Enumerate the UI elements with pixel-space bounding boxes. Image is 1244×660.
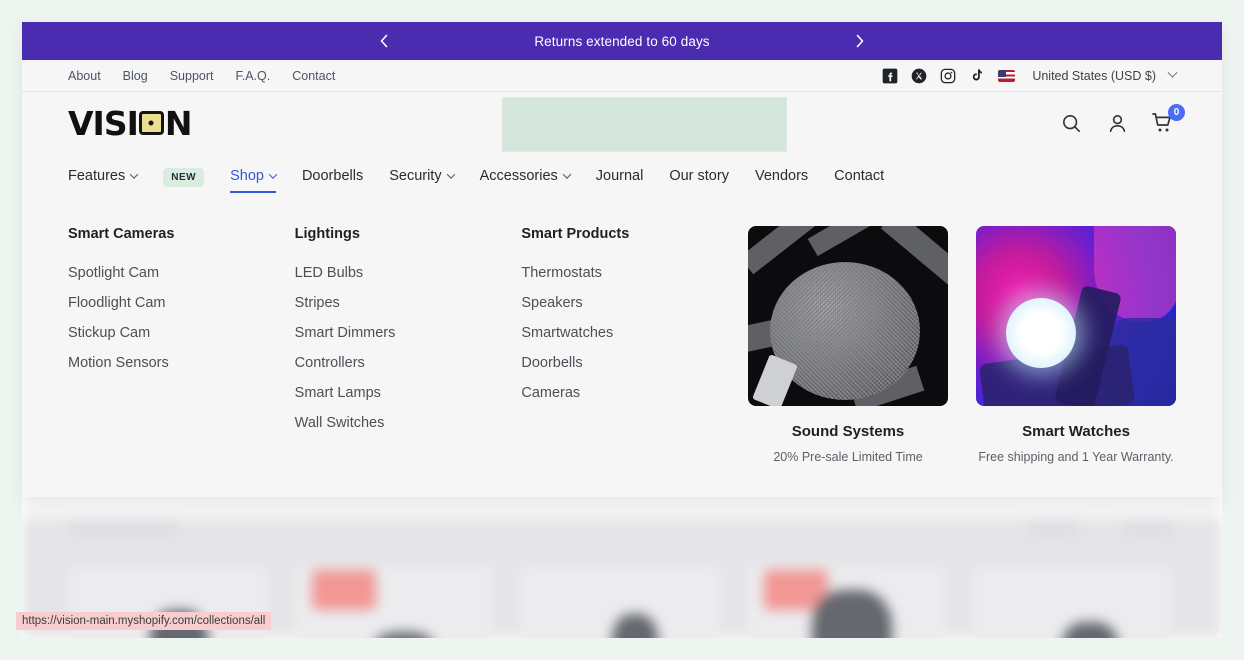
mega-menu: Smart Cameras Spotlight Cam Floodlight C… bbox=[22, 200, 1222, 464]
camera-lens-icon bbox=[138, 111, 164, 135]
nav-item-our-story[interactable]: Our story bbox=[669, 168, 729, 186]
mega-column-heading: Smart Cameras bbox=[68, 226, 175, 242]
mega-link-smartwatches[interactable]: Smartwatches bbox=[521, 325, 748, 341]
site-logo[interactable]: VISI N bbox=[68, 104, 192, 143]
announcement-text: Returns extended to 60 days bbox=[534, 33, 710, 49]
speaker-photo bbox=[748, 226, 949, 406]
mega-link-cameras[interactable]: Cameras bbox=[521, 385, 748, 401]
facebook-icon[interactable] bbox=[882, 68, 898, 84]
nav-label: Features bbox=[68, 168, 126, 184]
browser-viewport: Returns extended to 60 days About Blog S… bbox=[0, 0, 1244, 660]
promo-subtitle: 20% Pre-sale Limited Time bbox=[773, 450, 923, 464]
nav-label: Doorbells bbox=[301, 168, 364, 184]
tiktok-icon[interactable] bbox=[969, 68, 985, 84]
announcement-bar: Returns extended to 60 days bbox=[22, 22, 1222, 60]
nav-label: Contact bbox=[834, 168, 885, 184]
mega-link-wall-switches[interactable]: Wall Switches bbox=[295, 415, 522, 431]
utility-link-about[interactable]: About bbox=[68, 69, 101, 83]
utility-bar: About Blog Support F.A.Q. Contact United… bbox=[22, 60, 1222, 92]
chevron-down-icon bbox=[446, 170, 455, 179]
promo-card-smart-watches[interactable]: Smart Watches Free shipping and 1 Year W… bbox=[976, 226, 1177, 464]
promo-title: Smart Watches bbox=[1022, 423, 1130, 440]
utility-links: About Blog Support F.A.Q. Contact bbox=[68, 69, 335, 83]
mega-link-smart-dimmers[interactable]: Smart Dimmers bbox=[295, 325, 522, 341]
primary-nav: Features NEW Shop Doorbells Security Acc… bbox=[22, 154, 1222, 200]
mega-link-controllers[interactable]: Controllers bbox=[295, 355, 522, 371]
status-bar-url: https://vision-main.myshopify.com/collec… bbox=[16, 612, 272, 630]
nav-label: Accessories bbox=[479, 168, 558, 184]
mega-link-floodlight-cam[interactable]: Floodlight Cam bbox=[68, 295, 295, 311]
mega-link-stickup-cam[interactable]: Stickup Cam bbox=[68, 325, 295, 341]
x-twitter-icon[interactable] bbox=[911, 68, 927, 84]
nav-label: Journal bbox=[595, 168, 644, 184]
mega-link-spotlight-cam[interactable]: Spotlight Cam bbox=[68, 265, 295, 281]
mega-link-motion-sensors[interactable]: Motion Sensors bbox=[68, 355, 295, 371]
search-glyph bbox=[1062, 114, 1080, 132]
nav-item-journal[interactable]: Journal bbox=[596, 168, 644, 186]
utility-link-faq[interactable]: F.A.Q. bbox=[235, 69, 270, 83]
cart-count-badge: 0 bbox=[1168, 104, 1185, 121]
cart-icon[interactable]: 0 bbox=[1150, 104, 1185, 136]
logo-text-right: N bbox=[164, 103, 193, 143]
mega-column-heading: Smart Products bbox=[521, 226, 630, 242]
promo-card-sound-systems[interactable]: Sound Systems 20% Pre-sale Limited Time bbox=[748, 226, 949, 464]
chevron-right-icon bbox=[856, 34, 864, 48]
utility-link-blog[interactable]: Blog bbox=[123, 69, 148, 83]
utility-right-group: United States (USD $) bbox=[882, 67, 1178, 84]
nav-label: Vendors bbox=[754, 168, 809, 184]
chevron-down-icon bbox=[129, 170, 139, 179]
mega-link-stripes[interactable]: Stripes bbox=[295, 295, 522, 311]
mega-link-doorbells[interactable]: Doorbells bbox=[521, 355, 748, 371]
chevron-down-icon[interactable] bbox=[1167, 67, 1178, 78]
mega-column-lightings: Lightings LED Bulbs Stripes Smart Dimmer… bbox=[295, 226, 522, 464]
nav-item-vendors[interactable]: Vendors bbox=[755, 168, 808, 186]
mega-column-smart-products: Smart Products Thermostats Speakers Smar… bbox=[521, 226, 748, 464]
mega-link-led-bulbs[interactable]: LED Bulbs bbox=[295, 265, 522, 281]
header-actions: 0 bbox=[1058, 104, 1185, 136]
nav-item-contact[interactable]: Contact bbox=[834, 168, 884, 186]
nav-item-doorbells[interactable]: Doorbells bbox=[302, 168, 363, 186]
mega-column-smart-cameras: Smart Cameras Spotlight Cam Floodlight C… bbox=[68, 226, 295, 464]
announcement-next-icon[interactable] bbox=[841, 22, 879, 60]
nav-new-badge: NEW bbox=[163, 167, 205, 187]
nav-label: Our story bbox=[669, 168, 729, 184]
chevron-down-icon bbox=[562, 170, 572, 179]
nav-item-security[interactable]: Security bbox=[389, 168, 455, 186]
mega-link-speakers[interactable]: Speakers bbox=[521, 295, 748, 311]
mega-link-smart-lamps[interactable]: Smart Lamps bbox=[295, 385, 522, 401]
account-glyph bbox=[1109, 114, 1125, 132]
us-flag-icon bbox=[998, 69, 1016, 82]
mega-column-heading: Lightings bbox=[294, 226, 360, 242]
locale-selector[interactable]: United States (USD $) bbox=[1032, 69, 1156, 83]
promo-title: Sound Systems bbox=[791, 423, 905, 440]
promo-subtitle: Free shipping and 1 Year Warranty. bbox=[978, 450, 1174, 464]
nav-label: Security bbox=[389, 168, 442, 184]
locale-label: United States (USD $) bbox=[1032, 68, 1156, 83]
nav-item-shop[interactable]: Shop bbox=[230, 168, 278, 193]
chevron-down-icon bbox=[268, 170, 278, 179]
nav-item-features[interactable]: Features bbox=[68, 168, 139, 186]
account-icon[interactable] bbox=[1104, 110, 1130, 136]
smartwatch-photo bbox=[976, 226, 1177, 406]
utility-link-contact[interactable]: Contact bbox=[292, 69, 335, 83]
highlight-box bbox=[502, 97, 787, 152]
nav-item-accessories[interactable]: Accessories bbox=[479, 168, 572, 186]
mega-promos: Sound Systems 20% Pre-sale Limited Time … bbox=[748, 226, 1177, 464]
mega-link-thermostats[interactable]: Thermostats bbox=[521, 265, 748, 281]
utility-link-support[interactable]: Support bbox=[170, 69, 214, 83]
logo-text-left: VISI bbox=[68, 103, 139, 143]
chevron-left-icon bbox=[380, 34, 388, 48]
announcement-prev-icon[interactable] bbox=[365, 22, 403, 60]
search-icon[interactable] bbox=[1058, 110, 1084, 136]
nav-label: Shop bbox=[230, 168, 264, 184]
site-header-panel: Returns extended to 60 days About Blog S… bbox=[22, 22, 1222, 497]
instagram-icon[interactable] bbox=[940, 68, 956, 84]
